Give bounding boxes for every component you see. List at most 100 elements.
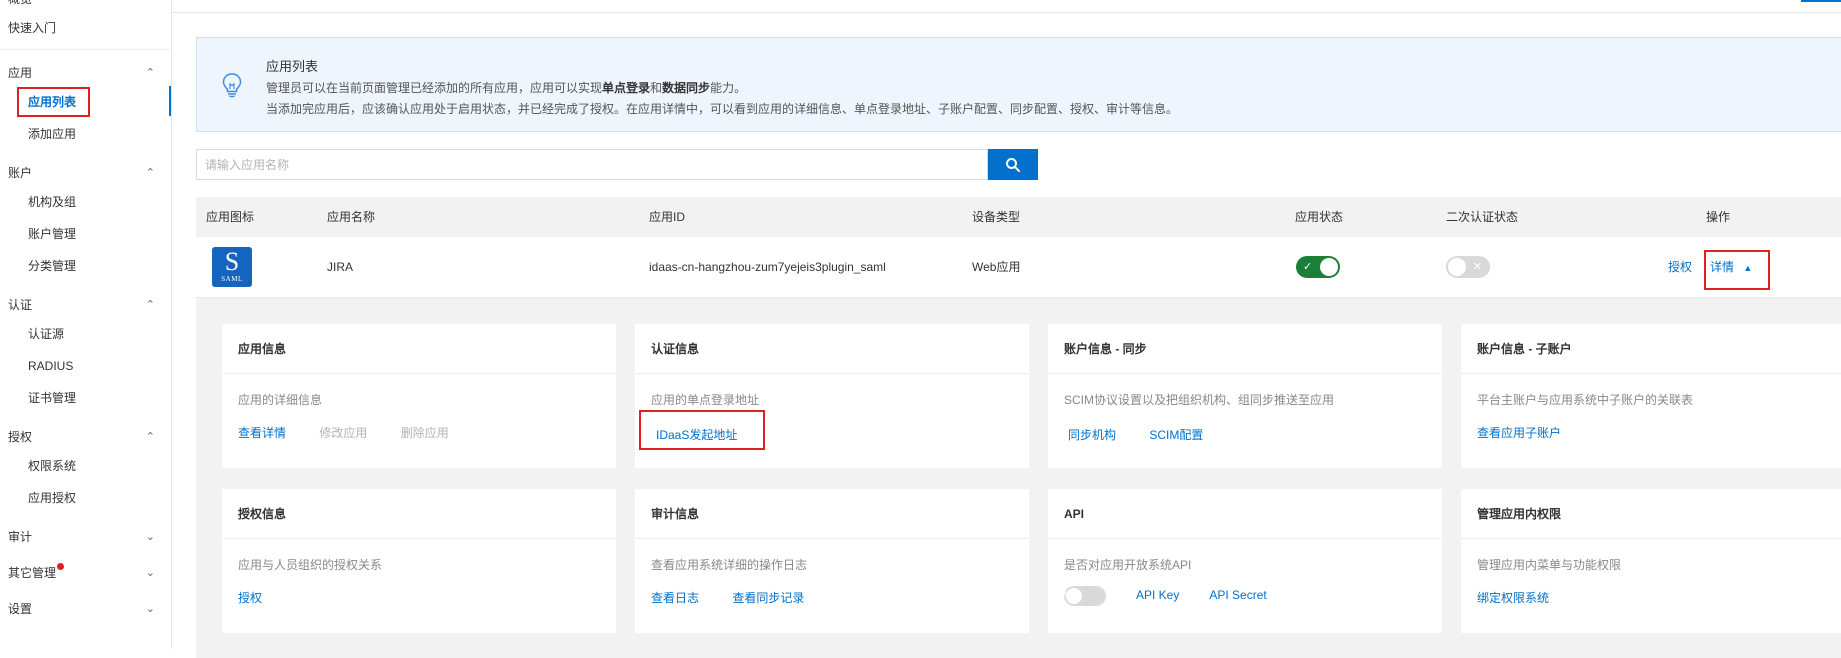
sidebar-item-label: 添加应用 (28, 127, 77, 141)
card-title: 账户信息 - 子账户 (1461, 324, 1841, 374)
sidebar-group-settings[interactable]: 设置 ⌄ (0, 598, 179, 620)
edit-app-link[interactable]: 修改应用 (319, 426, 367, 440)
toggle-knob (1320, 258, 1338, 276)
card-title: 审计信息 (635, 489, 1029, 539)
detail-toggle-link[interactable]: 详情 ▲ (1710, 237, 1752, 298)
card-title: 管理应用内权限 (1461, 489, 1841, 539)
device-type: Web应用 (972, 260, 1021, 274)
sidebar-item-radius[interactable]: RADIUS (0, 355, 199, 377)
card-api: API 是否对应用开放系统API ✕ API Key API Secret (1048, 489, 1442, 633)
sidebar-item-categories[interactable]: 分类管理 (0, 255, 199, 277)
card-title: 授权信息 (222, 489, 616, 539)
close-icon: ✕ (1059, 590, 1068, 601)
card-title: 应用信息 (222, 324, 616, 374)
view-sync-records-link[interactable]: 查看同步记录 (732, 591, 804, 605)
view-sub-accounts-link[interactable]: 查看应用子账户 (1477, 426, 1561, 440)
card-desc: 是否对应用开放系统API (1064, 558, 1192, 572)
notification-dot (57, 563, 65, 570)
card-actions: 同步机构 SCIM配置 (1068, 426, 1233, 443)
card-actions: ✕ API Key API Secret (1060, 586, 1297, 606)
card-account-sync: 账户信息 - 同步 SCIM协议设置以及把组织机构、组同步推送至应用 同步机构 … (1048, 324, 1442, 468)
authorize-link[interactable]: 授权 (1668, 237, 1692, 297)
table-header: 应用图标 应用名称 应用ID 设备类型 应用状态 二次认证状态 操作 (196, 197, 1841, 237)
notice-text: 管理员可以在当前页面管理已经添加的所有应用，应用可以实现 (266, 81, 603, 95)
chevron-down-icon: ⌄ (145, 531, 155, 543)
top-accent (1801, 0, 1841, 2)
col-header-device: 设备类型 (972, 210, 1021, 224)
sidebar-item-label: 证书管理 (28, 391, 77, 405)
card-actions: IDaaS发起地址 (656, 426, 767, 443)
sidebar-group-auth[interactable]: 认证 ⌃ (0, 294, 179, 316)
sidebar-item-app-list[interactable]: 应用列表 (0, 91, 199, 113)
saml-app-icon: S SAML (212, 247, 252, 287)
sync-orgs-link[interactable]: 同步机构 (1068, 428, 1116, 442)
view-details-link[interactable]: 查看详情 (238, 426, 286, 440)
sidebar-item-label: 账户管理 (28, 227, 77, 241)
chevron-up-icon: ⌃ (145, 67, 155, 79)
card-authz-info: 授权信息 应用与人员组织的授权关系 授权 (222, 489, 616, 633)
card-actions: 查看应用子账户 (1477, 424, 1591, 441)
sidebar-group-other[interactable]: 其它管理 ⌄ (0, 562, 179, 584)
api-key-link[interactable]: API Key (1136, 588, 1179, 602)
card-auth-info: 认证信息 应用的单点登录地址 IDaaS发起地址 (635, 324, 1029, 468)
card-desc: 应用的详细信息 (238, 393, 323, 407)
sidebar-group-audit[interactable]: 审计 ⌄ (0, 526, 179, 548)
delete-app-link[interactable]: 删除应用 (401, 426, 449, 440)
card-actions: 绑定权限系统 (1477, 589, 1579, 606)
top-bar (171, 0, 1841, 13)
sidebar-group-apps[interactable]: 应用 ⌃ (0, 62, 179, 84)
search-icon (1006, 157, 1020, 172)
sidebar: 概览 快速入门 应用 ⌃ 应用列表 添加应用 账户 ⌃ 机构及组 账户管理 分类… (0, 0, 172, 649)
card-actions: 授权 (238, 589, 292, 606)
card-sub-accounts: 账户信息 - 子账户 平台主账户与应用系统中子账户的关联表 查看应用子账户 (1461, 324, 1841, 468)
app-id: idaas-cn-hangzhou-zum7yejeis3plugin_saml (649, 260, 886, 274)
col-header-icon: 应用图标 (206, 210, 255, 224)
notice-bold: 数据同步 (662, 81, 711, 95)
card-desc: 管理应用内菜单与功能权限 (1477, 558, 1622, 572)
bind-perm-system-link[interactable]: 绑定权限系统 (1477, 591, 1549, 605)
sidebar-item-orgs[interactable]: 机构及组 (0, 191, 199, 213)
scim-config-link[interactable]: SCIM配置 (1149, 428, 1203, 442)
sidebar-item-overview[interactable]: 概览 (0, 0, 179, 10)
notice-text: 和 (650, 81, 663, 95)
card-desc: SCIM协议设置以及把组织机构、组同步推送至应用 (1064, 393, 1335, 407)
idaas-sso-url-link[interactable]: IDaaS发起地址 (656, 428, 737, 442)
sidebar-item-auth-sources[interactable]: 认证源 (0, 323, 199, 345)
notice-text: 能力。 (710, 81, 747, 95)
card-desc: 应用与人员组织的授权关系 (238, 558, 383, 572)
sidebar-group-label: 审计 (8, 530, 33, 544)
api-toggle[interactable]: ✕ (1060, 586, 1106, 606)
card-actions: 查看日志 查看同步记录 (651, 589, 834, 606)
search-input[interactable] (196, 149, 988, 180)
notice-line-1: 管理员可以在当前页面管理已经添加的所有应用，应用可以实现单点登录和数据同步能力。 (266, 79, 746, 96)
sidebar-item-add-app[interactable]: 添加应用 (0, 123, 199, 145)
col-header-status: 应用状态 (1295, 210, 1344, 224)
app-status-toggle[interactable]: ✓ (1296, 256, 1340, 278)
close-icon: ✕ (1472, 261, 1482, 273)
table-row: S SAML JIRA idaas-cn-hangzhou-zum7yejeis… (196, 237, 1841, 298)
sidebar-item-perm-systems[interactable]: 权限系统 (0, 455, 199, 477)
chevron-down-icon: ⌄ (145, 567, 155, 579)
sidebar-item-label: RADIUS (28, 359, 74, 373)
sidebar-group-label: 应用 (8, 66, 33, 80)
sidebar-group-label: 其它管理 (8, 566, 57, 580)
sidebar-group-authz[interactable]: 授权 ⌃ (0, 426, 179, 448)
sidebar-item-label: 应用列表 (28, 95, 77, 109)
mfa-status-toggle[interactable]: ✕ (1446, 256, 1490, 278)
sidebar-item-certs[interactable]: 证书管理 (0, 387, 199, 409)
sidebar-item-app-authz[interactable]: 应用授权 (0, 487, 199, 509)
card-title: 账户信息 - 同步 (1048, 324, 1442, 374)
caret-up-icon: ▲ (1743, 263, 1753, 273)
api-secret-link[interactable]: API Secret (1209, 588, 1266, 602)
chevron-down-icon: ⌄ (145, 603, 155, 615)
sidebar-item-quick-start[interactable]: 快速入门 (0, 17, 179, 39)
sidebar-item-account-mgmt[interactable]: 账户管理 (0, 223, 199, 245)
view-logs-link[interactable]: 查看日志 (651, 591, 699, 605)
authorize-card-link[interactable]: 授权 (238, 591, 262, 605)
sidebar-group-accounts[interactable]: 账户 ⌃ (0, 162, 179, 184)
sidebar-item-label: 快速入门 (8, 21, 57, 35)
toggle-knob (1066, 588, 1082, 604)
card-desc: 查看应用系统详细的操作日志 (651, 558, 808, 572)
search-button[interactable] (988, 149, 1038, 180)
chevron-up-icon: ⌃ (145, 431, 155, 443)
